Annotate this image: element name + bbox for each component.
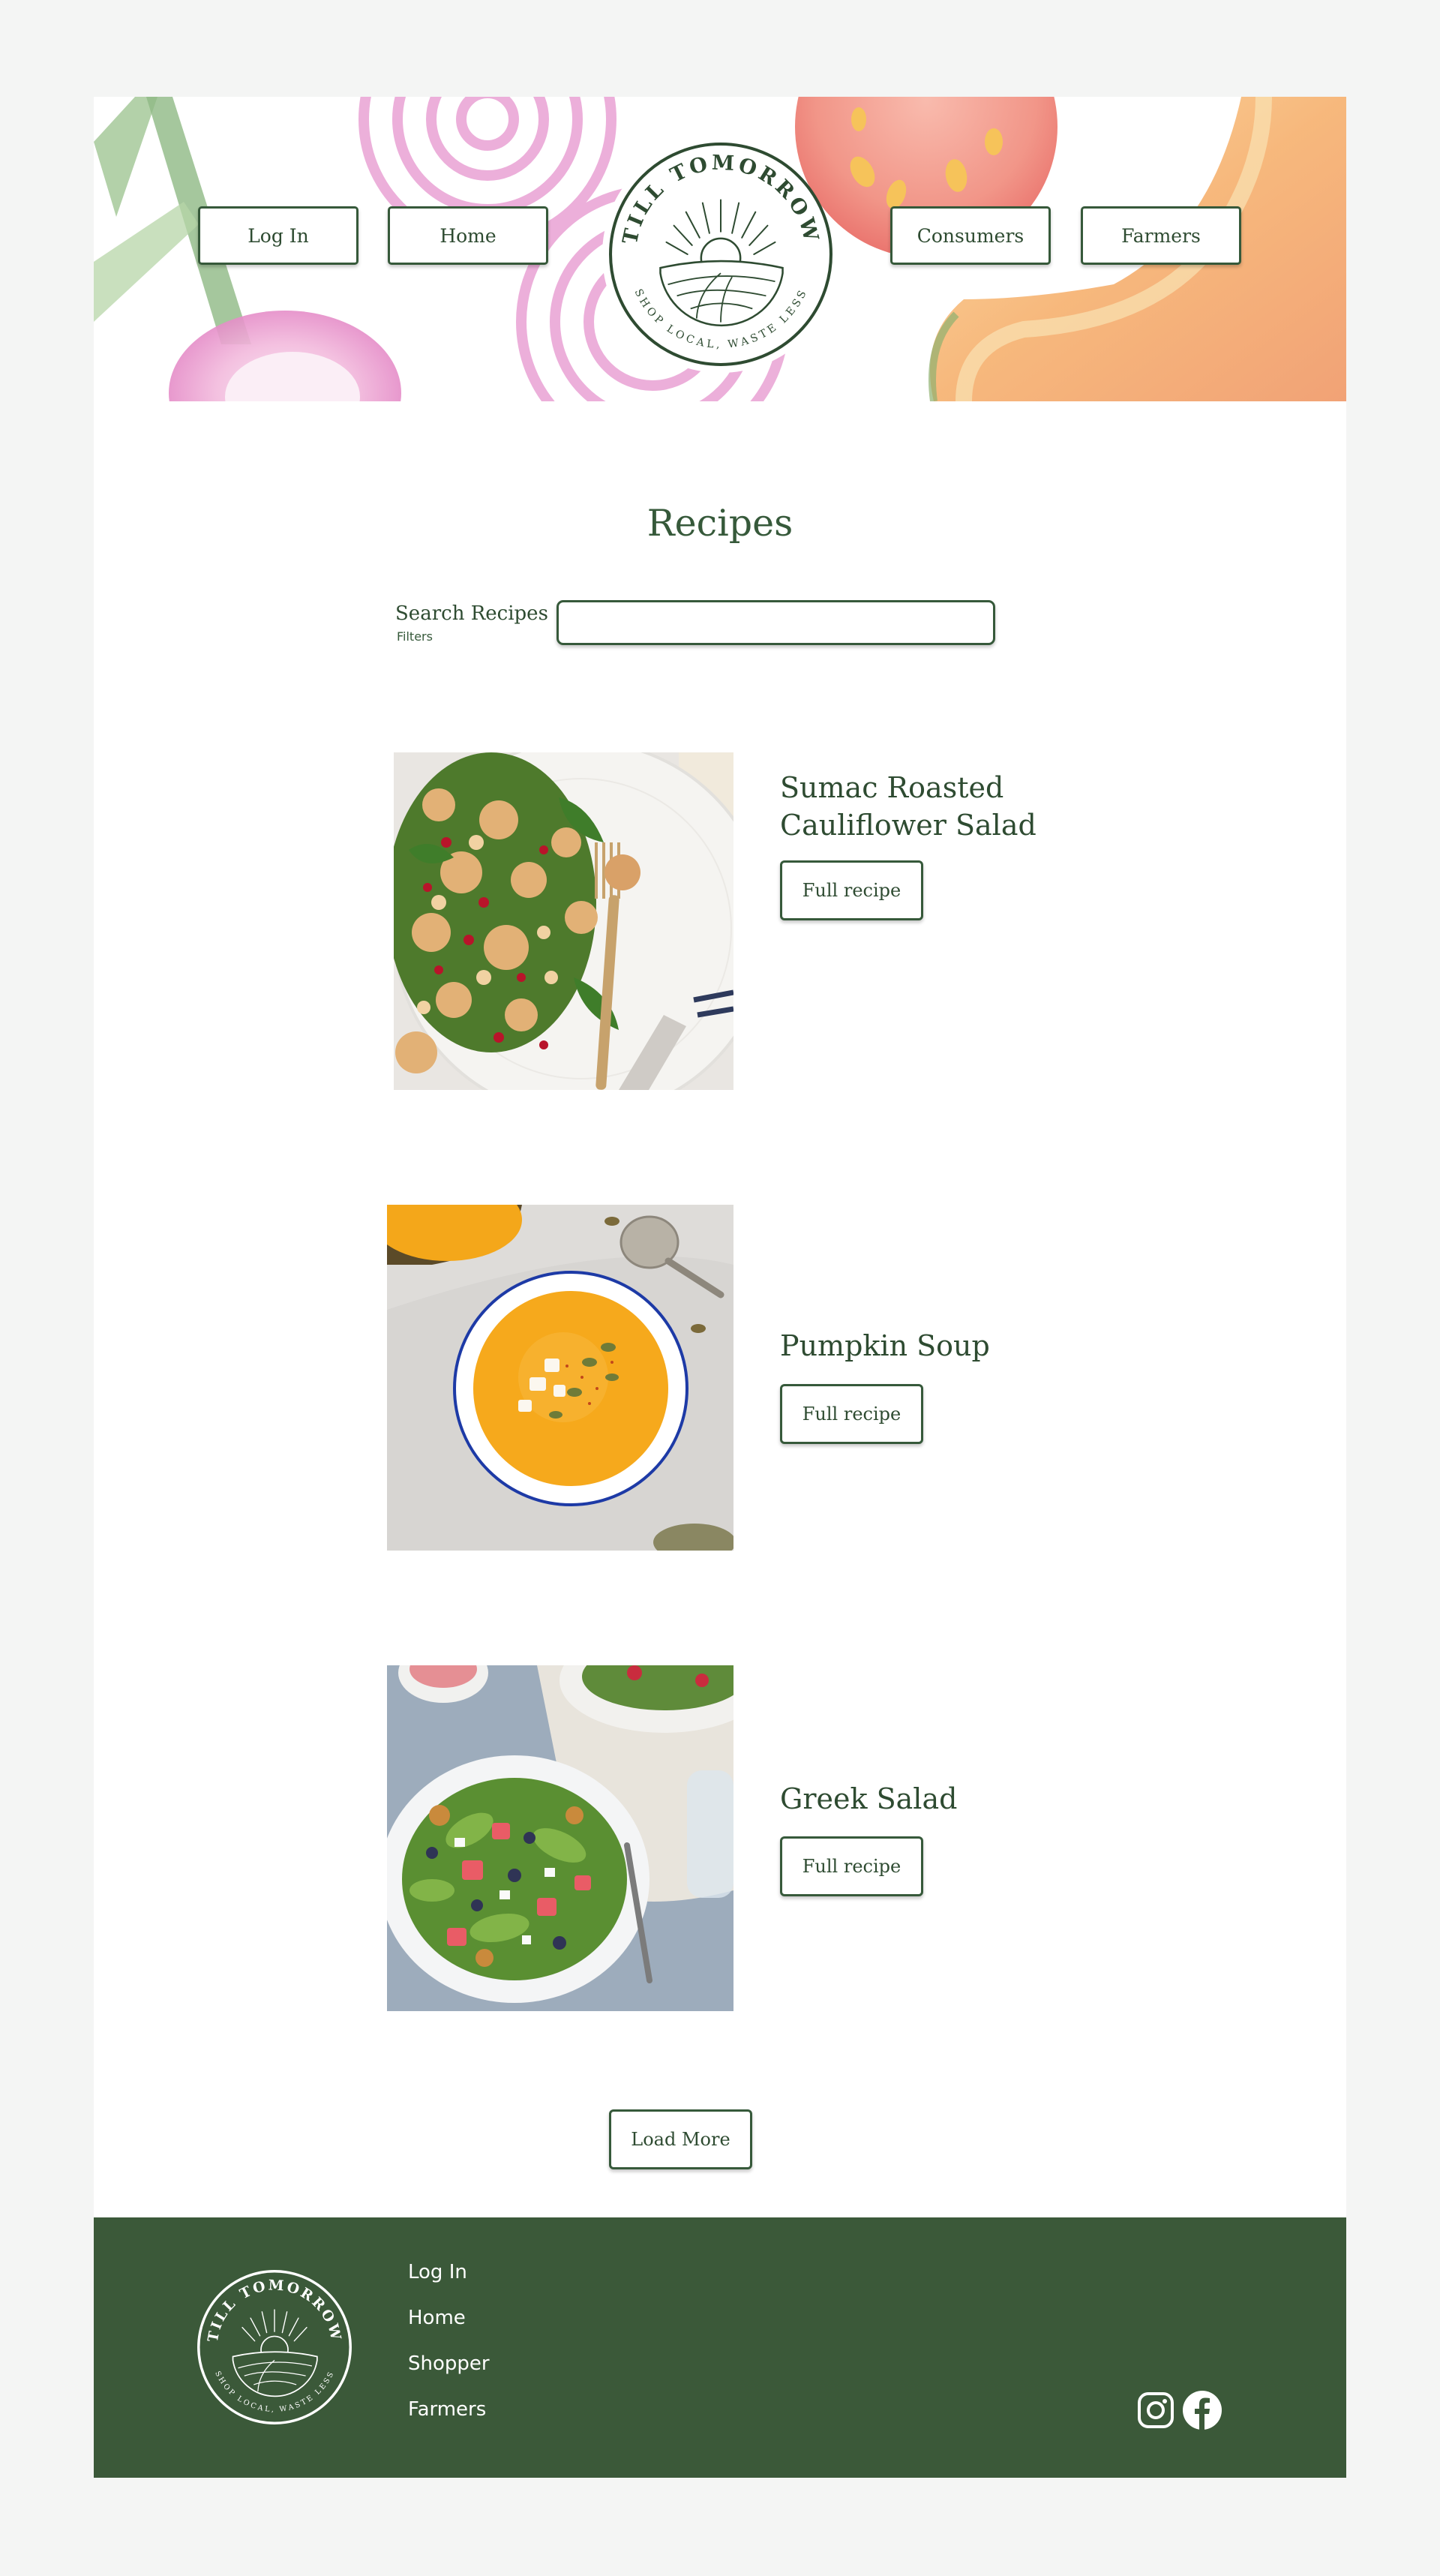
recipe-title-pumpkin-soup[interactable]: Pumpkin Soup: [780, 1327, 1080, 1365]
full-recipe-button[interactable]: Full recipe: [780, 860, 923, 920]
header-banner: Log In Home Consumers Farmers TILL TOMOR…: [94, 97, 1346, 401]
consumers-button[interactable]: Consumers: [890, 206, 1051, 265]
till-tomorrow-logo-footer[interactable]: TILL TOMORROW SHOP LOCAL, WASTE LESS: [196, 2269, 352, 2425]
search-input[interactable]: [556, 600, 995, 645]
page-container: Log In Home Consumers Farmers TILL TOMOR…: [94, 97, 1346, 2478]
recipe-image-pumpkin-soup[interactable]: [387, 1205, 734, 1551]
recipe-title-greek-salad[interactable]: Greek Salad: [780, 1780, 1080, 1818]
load-more-button[interactable]: Load More: [609, 2109, 752, 2169]
full-recipe-button[interactable]: Full recipe: [780, 1836, 923, 1896]
farmers-button[interactable]: Farmers: [1081, 206, 1241, 265]
footer-link-login[interactable]: Log In: [408, 2261, 467, 2283]
filters-link[interactable]: Filters: [397, 629, 433, 644]
full-recipe-button[interactable]: Full recipe: [780, 1384, 923, 1444]
footer-link-farmers[interactable]: Farmers: [408, 2398, 486, 2421]
footer-link-home[interactable]: Home: [408, 2307, 466, 2329]
recipe-image-cauliflower-salad[interactable]: [394, 752, 734, 1090]
recipe-title-cauliflower-salad[interactable]: Sumac Roasted Cauliflower Salad: [780, 769, 1080, 844]
footer: TILL TOMORROW SHOP LOCAL, WASTE LESS Log…: [94, 2217, 1346, 2478]
till-tomorrow-logo[interactable]: TILL TOMORROW SHOP LOCAL, WASTE LESS: [608, 141, 834, 368]
footer-link-shopper[interactable]: Shopper: [408, 2352, 490, 2375]
page-title: Recipes: [646, 502, 794, 545]
facebook-icon[interactable]: [1183, 2391, 1222, 2430]
search-recipes-label: Search Recipes: [395, 602, 548, 625]
login-button[interactable]: Log In: [198, 206, 358, 265]
recipe-image-greek-salad[interactable]: [387, 1665, 734, 2011]
home-button[interactable]: Home: [388, 206, 548, 265]
instagram-icon[interactable]: [1136, 2391, 1175, 2430]
